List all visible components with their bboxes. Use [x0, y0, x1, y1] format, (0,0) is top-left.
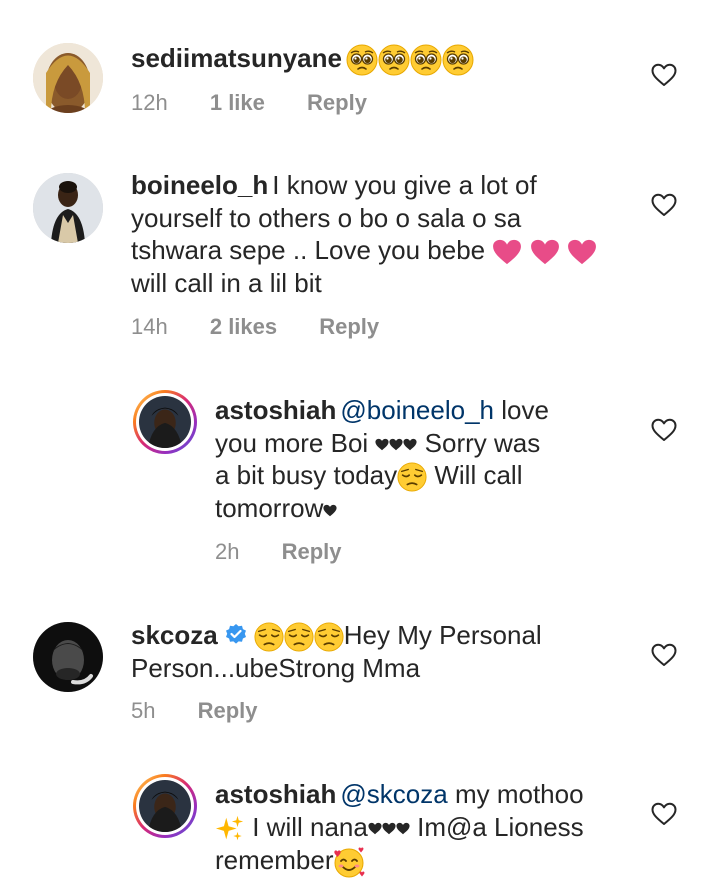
comment-text: I will nana: [252, 811, 368, 842]
comment-text: Sorry was: [424, 427, 541, 458]
mention-link[interactable]: @boineelo_h: [340, 395, 494, 425]
reply-astoshiah-1: astoshiah @boineelo_h love you more Boi S…: [0, 370, 720, 610]
sparkles-emoji: [215, 814, 245, 844]
comment-time: 14h: [131, 314, 168, 339]
username[interactable]: astoshiah: [215, 395, 336, 425]
comment-text: you more Boi: [215, 427, 369, 458]
pensive-face-emoji: [397, 462, 427, 492]
comment-text: love: [501, 395, 549, 425]
heart-outline-icon[interactable]: [651, 418, 677, 442]
avatar[interactable]: [33, 43, 103, 113]
likes-count[interactable]: 1 like: [210, 90, 265, 116]
reply-button[interactable]: Reply: [307, 90, 367, 116]
comment-text: my mothoo: [454, 779, 584, 809]
reply-button[interactable]: Reply: [198, 698, 258, 724]
reply-button[interactable]: Reply: [319, 314, 379, 340]
heart-outline-icon[interactable]: [651, 643, 677, 667]
comment-meta: 12h 1 like Reply: [131, 90, 367, 116]
comment-meta: 14h 2 likes Reply: [131, 314, 379, 340]
pensive-face-emojis: [254, 620, 344, 650]
mention-link[interactable]: @skcoza: [340, 779, 447, 809]
pleading-face-emojis: [346, 43, 474, 73]
comment-meta: 2h Reply: [215, 539, 342, 565]
comment-skcoza: skcoza Hey My Personal Person...ubeStrong…: [0, 610, 720, 770]
likes-count[interactable]: 2 likes: [210, 314, 277, 340]
comment-time: 12h: [131, 90, 168, 115]
comment-text: remember: [215, 844, 334, 875]
username[interactable]: boineelo_h: [131, 170, 268, 200]
heart-outline-icon[interactable]: [651, 193, 677, 217]
comment-body: skcoza Hey My Personal Person...ubeStrong…: [131, 619, 631, 685]
comment-text: Will call: [434, 460, 523, 490]
comment-text-line4: will call in a lil bit: [131, 267, 322, 298]
heart-outline-icon[interactable]: [651, 63, 677, 87]
verified-badge-icon: [225, 624, 246, 644]
avatar[interactable]: [133, 774, 197, 838]
comment-text-line2: yourself to others o bo o sala o sa: [131, 202, 522, 233]
comment-text: a bit busy today: [215, 460, 398, 490]
comment-text-line3: tshwara sepe .. Love you bebe: [131, 235, 486, 265]
comment-sediimatsunyane: sediimatsunyane 12h 1 like Reply: [0, 0, 720, 150]
reply-button[interactable]: Reply: [282, 539, 342, 565]
comment-time: 5h: [131, 698, 156, 723]
pink-heart-emojis: [492, 235, 596, 265]
username[interactable]: astoshiah: [215, 779, 336, 809]
username[interactable]: sediimatsunyane: [131, 43, 342, 73]
comment-body: astoshiah @boineelo_h love you more Boi S…: [215, 394, 635, 525]
comment-text: Im@a Lioness: [417, 811, 584, 842]
heart-outline-icon[interactable]: [651, 802, 677, 826]
comment-text: Hey My Personal: [343, 620, 542, 650]
comment-body: sediimatsunyane: [131, 42, 474, 76]
avatar[interactable]: [33, 173, 103, 243]
comment-body: astoshiah @skcoza my mothoo I will nana I…: [215, 778, 635, 878]
smiling-face-with-hearts-emoji: [333, 846, 365, 878]
reply-astoshiah-2: astoshiah @skcoza my mothoo I will nana I…: [0, 770, 720, 874]
comment-meta: 5h Reply: [131, 698, 258, 724]
avatar[interactable]: [33, 622, 103, 692]
comment-text: tomorrow: [215, 493, 324, 524]
comment-text: Person...ubeStrong Mma: [131, 653, 421, 684]
avatar[interactable]: [133, 390, 197, 454]
comment-time: 2h: [215, 539, 240, 564]
comment-text-line1: I know you give a lot of: [272, 170, 537, 200]
black-heart-emojis: [375, 428, 417, 458]
black-heart-emoji: [323, 504, 337, 517]
comment-boineelo-h: boineelo_h I know you give a lot of yours…: [0, 150, 720, 370]
username[interactable]: skcoza: [131, 620, 218, 650]
black-heart-emojis: [368, 812, 410, 842]
comment-body: boineelo_h I know you give a lot of yours…: [131, 169, 631, 299]
